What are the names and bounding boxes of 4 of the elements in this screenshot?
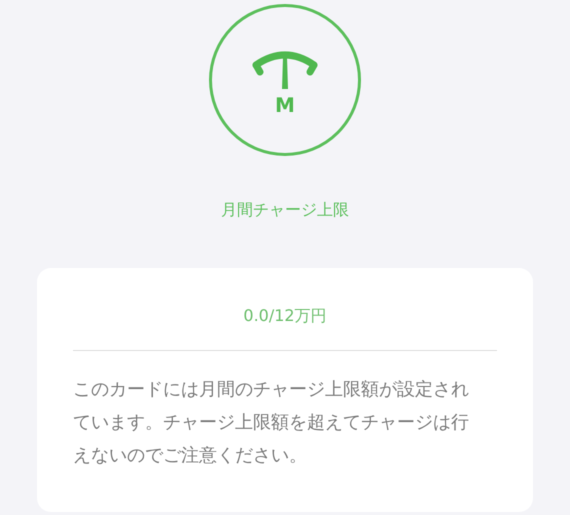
limit-title: 月間チャージ上限: [220, 199, 350, 221]
notice-text: このカードには月間のチャージ上限額が設定されています。チャージ上限額を超えてチャージは行えないのでご注意ください。: [73, 378, 470, 468]
amount-text: 0.0/12万円: [242, 305, 328, 327]
letter-label: M: [275, 95, 295, 115]
